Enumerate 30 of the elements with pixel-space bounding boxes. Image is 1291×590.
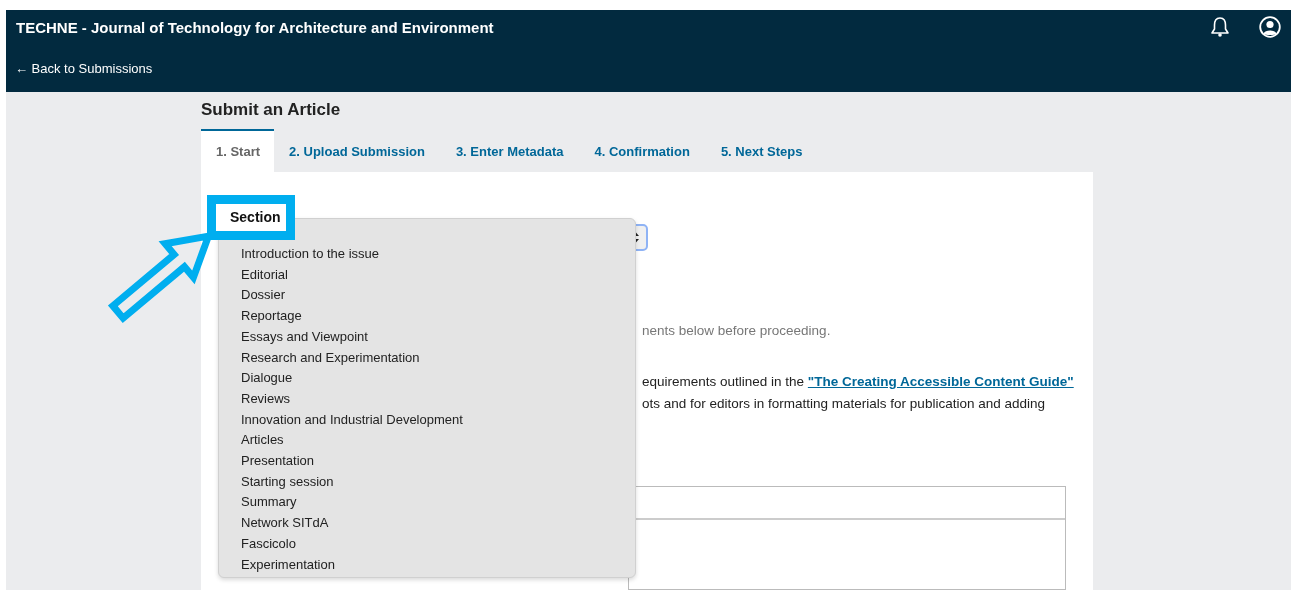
- section-option[interactable]: Dialogue: [241, 368, 635, 389]
- step-tab[interactable]: 2. Upload Submission: [274, 129, 441, 172]
- section-option[interactable]: Research and Experimentation: [241, 347, 635, 369]
- section-option[interactable]: Dossier: [241, 285, 635, 307]
- section-option[interactable]: Articles: [241, 430, 635, 452]
- section-option[interactable]: Presentation: [241, 451, 635, 472]
- section-option[interactable]: Essays and Viewpoint: [241, 326, 635, 348]
- accessible-content-guide-link[interactable]: "The Creating Accessible Content Guide": [807, 373, 1074, 389]
- section-option[interactable]: Reportage: [241, 306, 635, 327]
- section-option[interactable]: Introduction to the issue: [241, 244, 635, 265]
- section-label: Section: [230, 209, 281, 225]
- section-option[interactable]: Editorial: [241, 264, 635, 286]
- section-option[interactable]: Starting session: [241, 471, 635, 493]
- journal-title: TECHNE - Journal of Technology for Architecture and Environment: [16, 18, 494, 36]
- section-option[interactable]: Innovation and Industrial Development: [241, 409, 635, 431]
- step-tab[interactable]: 4. Confirmation: [579, 129, 706, 172]
- section-option[interactable]: Experimentation: [241, 554, 635, 576]
- section-option[interactable]: Reviews: [241, 388, 635, 410]
- page-title: Submit an Article: [201, 99, 342, 121]
- section-option[interactable]: Network SITdA: [241, 513, 635, 534]
- user-account-icon[interactable]: [1259, 16, 1281, 38]
- step-tab[interactable]: 5. Next Steps: [705, 129, 819, 172]
- section-option[interactable]: Summary: [241, 492, 635, 514]
- step-tab[interactable]: 1. Start: [201, 129, 275, 172]
- notification-bell-icon[interactable]: [1210, 16, 1230, 38]
- step-tab[interactable]: 3. Enter Metadata: [440, 129, 580, 172]
- accessibility-paragraph: equirements outlined in the "The Creating Accessible Content Guide" ots and for editors in formatting materials for publication and adding: [642, 372, 1075, 413]
- section-option[interactable]: Fascicolo: [241, 533, 635, 555]
- requirements-note-text: nents below before proceeding.: [642, 321, 832, 340]
- back-to-submissions-link[interactable]: ← Back to Submissions: [15, 61, 153, 76]
